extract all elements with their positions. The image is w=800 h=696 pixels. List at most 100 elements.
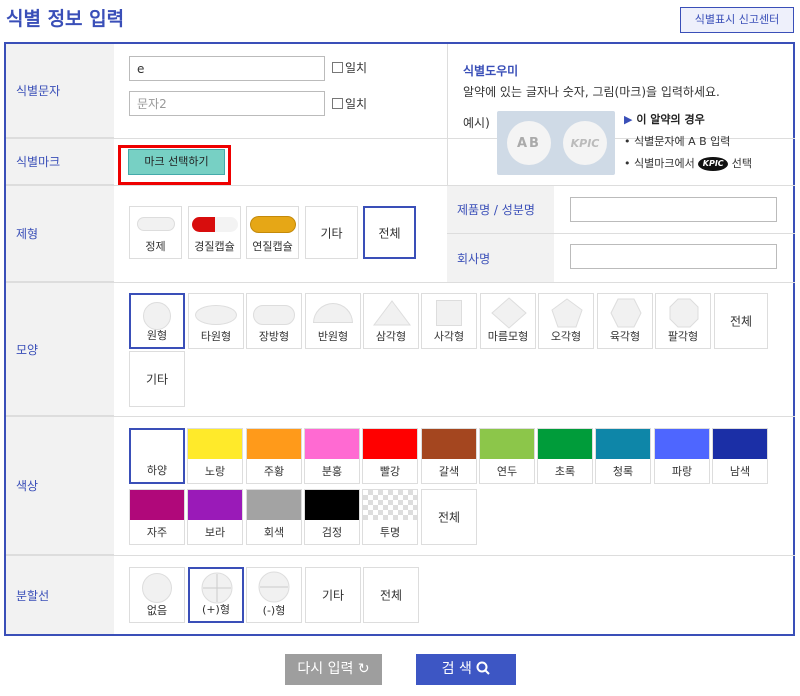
form-type-soft-capsule[interactable]: 연질캡슐 bbox=[246, 206, 299, 259]
shape-semicircle[interactable]: 반원형 bbox=[305, 293, 361, 349]
form-type-all[interactable]: 전체 bbox=[363, 206, 416, 259]
score-none[interactable]: 없음 bbox=[129, 567, 185, 623]
option-label: 노랑 bbox=[204, 465, 226, 478]
score-all[interactable]: 전체 bbox=[363, 567, 419, 623]
col-divider bbox=[447, 44, 448, 185]
color-swatch bbox=[188, 429, 242, 459]
form-type-other[interactable]: 기타 bbox=[305, 206, 358, 259]
kpic-logo-icon: KPIC bbox=[698, 157, 729, 171]
shape-oval[interactable]: 타원형 bbox=[188, 293, 244, 349]
shape-square[interactable]: 사각형 bbox=[421, 293, 477, 349]
checkbox-box[interactable] bbox=[332, 62, 343, 73]
option-label: 정제 bbox=[145, 240, 166, 253]
mark-label: 식별마크 bbox=[6, 139, 114, 185]
color-option[interactable]: 초록 bbox=[537, 428, 593, 484]
oval-icon bbox=[195, 305, 237, 325]
color-option[interactable]: 노랑 bbox=[187, 428, 243, 484]
exact-match-label: 일치 bbox=[345, 61, 368, 75]
color-swatch bbox=[247, 490, 301, 520]
color-option[interactable]: 청록 bbox=[595, 428, 651, 484]
pentagon-icon bbox=[551, 298, 583, 328]
color-option[interactable]: 하양 bbox=[129, 428, 185, 484]
id-text2-input[interactable] bbox=[129, 91, 325, 116]
option-label: 오각형 bbox=[550, 330, 582, 343]
color-swatch bbox=[538, 429, 592, 459]
color-swatch bbox=[247, 429, 301, 459]
shape-pentagon[interactable]: 오각형 bbox=[538, 293, 594, 349]
option-label: 연질캡슐 bbox=[252, 240, 293, 253]
score-other[interactable]: 기타 bbox=[305, 567, 361, 623]
score-plus[interactable]: (+)형 bbox=[188, 567, 244, 623]
option-label: 타원형 bbox=[200, 330, 232, 343]
shape-other[interactable]: 기타 bbox=[129, 351, 185, 407]
soft-capsule-icon bbox=[249, 216, 296, 233]
option-label: 없음 bbox=[146, 604, 168, 617]
semicircle-icon bbox=[313, 303, 353, 323]
score-line-label: 분할선 bbox=[6, 556, 114, 634]
shape-hexagon[interactable]: 육각형 bbox=[597, 293, 653, 349]
highlight-outline bbox=[118, 145, 231, 185]
color-label: 색상 bbox=[6, 417, 114, 555]
color-swatch bbox=[188, 490, 242, 520]
color-option[interactable]: 연두 bbox=[479, 428, 535, 484]
color-option[interactable]: 남색 bbox=[712, 428, 768, 484]
option-label: 빨강 bbox=[379, 465, 401, 478]
product-name-input[interactable] bbox=[570, 197, 777, 222]
color-swatch bbox=[596, 429, 650, 459]
company-input[interactable] bbox=[570, 244, 777, 269]
option-label: 반원형 bbox=[317, 330, 349, 343]
option-label: 자주 bbox=[146, 526, 168, 539]
color-swatch bbox=[713, 429, 767, 459]
color-option[interactable]: 빨강 bbox=[362, 428, 418, 484]
color-option[interactable]: 주황 bbox=[246, 428, 302, 484]
help-case-title-text: 이 알약의 경우 bbox=[636, 113, 705, 126]
shape-all[interactable]: 전체 bbox=[714, 293, 768, 349]
option-label: 투명 bbox=[379, 526, 401, 539]
option-label: 사각형 bbox=[433, 330, 465, 343]
color-option[interactable]: 보라 bbox=[187, 489, 243, 545]
color-option[interactable]: 검정 bbox=[304, 489, 360, 545]
option-label: 경질캡슐 bbox=[194, 240, 235, 253]
color-option[interactable]: 파랑 bbox=[654, 428, 710, 484]
color-option[interactable]: 회색 bbox=[246, 489, 302, 545]
id-text1-input[interactable] bbox=[129, 56, 325, 81]
triangle-icon bbox=[373, 300, 411, 326]
octagon-icon bbox=[669, 298, 699, 328]
option-label: 기타 bbox=[145, 372, 169, 387]
color-swatch bbox=[655, 429, 709, 459]
shape-octagon[interactable]: 팔각형 bbox=[655, 293, 711, 349]
form-type-hard-capsule[interactable]: 경질캡슐 bbox=[188, 206, 241, 259]
exact-match-label: 일치 bbox=[345, 97, 368, 111]
exact-match-checkbox-2[interactable]: 일치 bbox=[332, 95, 367, 112]
option-label: 분홍 bbox=[321, 465, 343, 478]
option-label: 초록 bbox=[554, 465, 576, 478]
color-option[interactable]: 투명 bbox=[362, 489, 418, 545]
score-minus[interactable]: (-)형 bbox=[246, 567, 302, 623]
color-option[interactable]: 갈색 bbox=[421, 428, 477, 484]
row-divider bbox=[6, 185, 795, 186]
plus-score-icon bbox=[201, 572, 233, 604]
row-divider bbox=[6, 416, 795, 417]
exact-match-checkbox-1[interactable]: 일치 bbox=[332, 59, 367, 76]
help-case-title: ▶ 이 알약의 경우 bbox=[624, 111, 705, 127]
help-title: 식별도우미 bbox=[463, 64, 519, 78]
color-option[interactable]: 분홍 bbox=[304, 428, 360, 484]
oblong-icon bbox=[253, 305, 295, 325]
color-option[interactable]: 자주 bbox=[129, 489, 185, 545]
reset-button[interactable]: 다시 입력 ↻ bbox=[285, 654, 382, 685]
shape-round[interactable]: 원형 bbox=[129, 293, 185, 349]
color-option[interactable]: 전체 bbox=[421, 489, 477, 545]
shape-triangle[interactable]: 삼각형 bbox=[363, 293, 419, 349]
option-label: 장방형 bbox=[258, 330, 290, 343]
report-center-button[interactable]: 식별표시 신고센터 bbox=[680, 7, 794, 33]
search-button[interactable]: 검 색 bbox=[416, 654, 516, 685]
checkbox-box[interactable] bbox=[332, 98, 343, 109]
reset-button-label: 다시 입력 bbox=[297, 661, 354, 677]
shape-label: 모양 bbox=[6, 283, 114, 416]
option-label: 전체 bbox=[437, 510, 461, 525]
option-label: 회색 bbox=[263, 526, 285, 539]
shape-diamond[interactable]: 마름모형 bbox=[480, 293, 536, 349]
color-swatch bbox=[480, 429, 534, 459]
shape-oblong[interactable]: 장방형 bbox=[246, 293, 302, 349]
form-type-tablet[interactable]: 정제 bbox=[129, 206, 182, 259]
